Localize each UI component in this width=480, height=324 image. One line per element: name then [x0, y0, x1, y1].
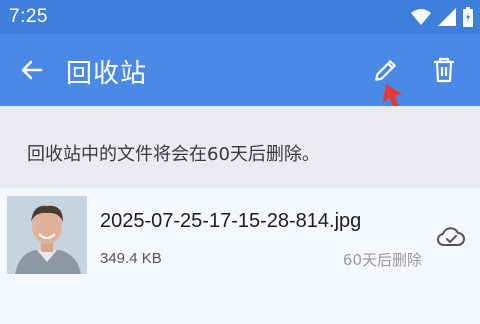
wifi-icon: [411, 9, 431, 25]
file-size: 349.4 KB: [100, 250, 162, 267]
edit-button[interactable]: [366, 52, 406, 88]
back-button[interactable]: [14, 52, 50, 88]
notice-text: 回收站中的文件将会在60天后删除。: [27, 144, 320, 165]
signal-icon: [438, 8, 456, 26]
page-title: 回收站: [66, 59, 148, 89]
file-expiry: 60天后删除: [342, 251, 422, 269]
status-time: 7:25: [9, 6, 48, 27]
notice-banner: 回收站中的文件将会在60天后删除。: [0, 106, 480, 188]
trash-icon: [434, 57, 454, 83]
file-list-item[interactable]: 2025-07-25-17-15-28-814.jpg 349.4 KB 60天…: [0, 188, 480, 278]
file-name: 2025-07-25-17-15-28-814.jpg: [100, 210, 362, 232]
battery-icon: [463, 7, 473, 27]
cloud-status-button[interactable]: [434, 222, 468, 250]
file-thumbnail: [7, 196, 87, 274]
back-arrow-icon: [21, 60, 43, 80]
status-icons: [411, 7, 473, 27]
cloud-check-icon: [437, 227, 465, 246]
status-bar: 7:25: [0, 0, 480, 34]
delete-button[interactable]: [424, 52, 464, 88]
pencil-icon: [375, 60, 396, 81]
